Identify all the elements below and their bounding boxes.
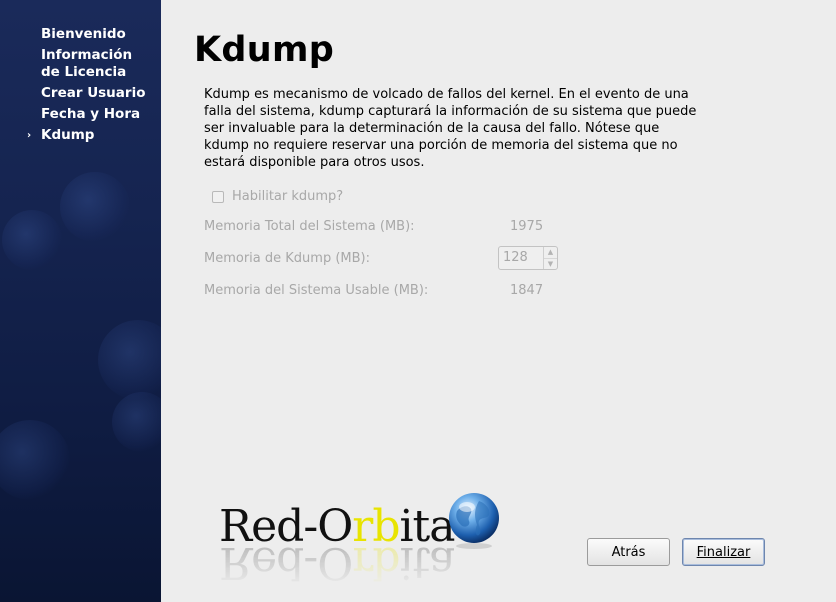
globe-icon: [449, 493, 499, 549]
sidebar-item-crear-usuario: Crear Usuario: [26, 85, 161, 102]
page-title: Kdump: [194, 30, 335, 70]
sidebar-steps: Bienvenido Información de Licencia Crear…: [26, 26, 161, 148]
kdump-memory-spinbox[interactable]: 128 ▲ ▼: [498, 246, 558, 270]
page-description: Kdump es mecanismo de volcado de fallos …: [204, 87, 697, 170]
spin-down-icon[interactable]: ▼: [544, 257, 557, 270]
spin-up-icon[interactable]: ▲: [544, 247, 557, 258]
sidebar-decoration: [112, 392, 161, 452]
usable-memory-label: Memoria del Sistema Usable (MB):: [204, 283, 429, 298]
red-orbita-logo: Red-Orbita Red-Orbita: [219, 490, 509, 600]
sidebar-item-label: Bienvenido: [41, 26, 126, 42]
spin-buttons: ▲ ▼: [543, 247, 557, 269]
sidebar-item-label: Fecha y Hora: [41, 106, 141, 122]
logo-accent-letters: rb: [352, 547, 400, 587]
sidebar-decoration: [98, 320, 161, 400]
sidebar-item-licencia: Información de Licencia: [26, 47, 161, 81]
enable-kdump-checkbox[interactable]: [212, 190, 224, 203]
enable-kdump-label: Habilitar kdump?: [232, 189, 344, 204]
kdump-memory-label: Memoria de Kdump (MB):: [204, 251, 370, 266]
main-panel: Kdump Kdump es mecanismo de volcado de f…: [161, 0, 836, 602]
total-memory-label: Memoria Total del Sistema (MB):: [204, 219, 415, 234]
sidebar-item-fecha-hora: Fecha y Hora: [26, 106, 161, 123]
enable-kdump-row[interactable]: Habilitar kdump?: [212, 188, 343, 205]
sidebar-item-bienvenido: Bienvenido: [26, 26, 161, 43]
sidebar-item-label: Crear Usuario: [41, 85, 146, 101]
sidebar-decoration: [0, 420, 70, 500]
logo-reflection: Red-Orbita: [219, 547, 454, 587]
sidebar-item-label: Kdump: [41, 127, 95, 143]
logo-accent-letters: rb: [352, 501, 400, 552]
logo-text: Red-Orbita: [219, 501, 455, 552]
sidebar-item-label: Información de Licencia: [41, 47, 133, 80]
sidebar-decoration: [60, 172, 130, 242]
total-memory-value: 1975: [510, 219, 544, 234]
usable-memory-value: 1847: [510, 283, 544, 298]
current-step-arrow-icon: ›: [27, 130, 32, 141]
back-button[interactable]: Atrás: [587, 538, 670, 566]
sidebar-item-kdump: › Kdump: [26, 127, 161, 144]
finish-button[interactable]: Finalizar: [682, 538, 765, 566]
sidebar: Bienvenido Información de Licencia Crear…: [0, 0, 161, 602]
finish-button-label: Finalizar: [696, 544, 751, 560]
sidebar-decoration: [2, 210, 62, 270]
kdump-memory-input[interactable]: 128: [499, 247, 543, 269]
